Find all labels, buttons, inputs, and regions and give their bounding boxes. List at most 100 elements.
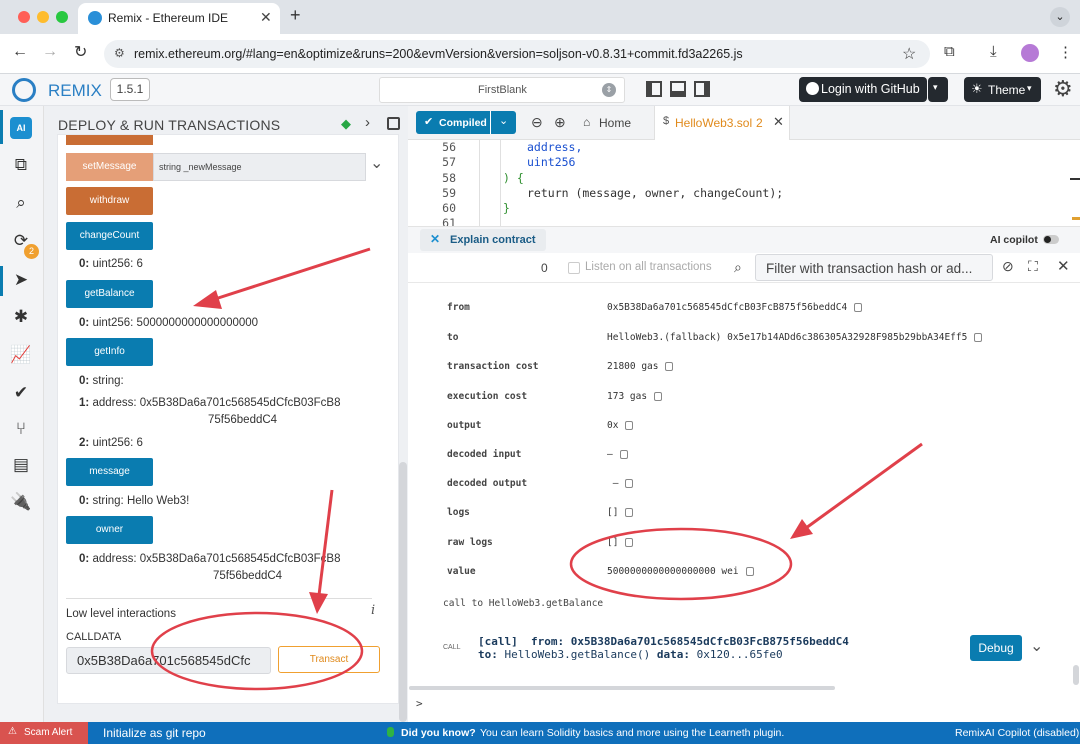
expand-terminal-icon[interactable]: ⛶ bbox=[1028, 258, 1038, 275]
workspace-dropdown-icon[interactable]: ⇕ bbox=[602, 83, 616, 97]
back-icon[interactable]: ← bbox=[12, 43, 28, 61]
copy-icon[interactable] bbox=[745, 567, 754, 576]
profile-avatar[interactable] bbox=[1021, 44, 1039, 62]
theme-button[interactable]: ☀ Theme ▾ bbox=[964, 77, 1041, 102]
layout-right-icon[interactable] bbox=[694, 81, 710, 97]
home-tab[interactable]: Home bbox=[599, 116, 631, 130]
settings-gear-icon[interactable]: ⚙ bbox=[1053, 76, 1073, 102]
tx-label-decoded-output: decoded output bbox=[447, 478, 528, 489]
new-tab-button[interactable]: + bbox=[290, 5, 301, 26]
getinfo-output-2: 2: uint256: 6 bbox=[79, 437, 143, 449]
close-terminal-icon[interactable]: ✕ bbox=[1057, 257, 1070, 275]
file-explorer-icon[interactable]: ⧉ bbox=[10, 154, 32, 176]
side-panel-scrollbar[interactable] bbox=[399, 462, 407, 722]
tx-value-value: 5000000000000000000 wei bbox=[607, 566, 754, 577]
listen-checkbox[interactable] bbox=[568, 262, 580, 274]
active-indicator bbox=[0, 110, 3, 144]
browser-tab[interactable]: Remix - Ethereum IDE ✕ bbox=[78, 3, 280, 34]
close-tab-icon[interactable]: ✕ bbox=[260, 9, 272, 26]
copy-icon[interactable] bbox=[619, 450, 628, 459]
extensions-icon[interactable]: ⧉ bbox=[944, 43, 955, 60]
getinfo-button[interactable]: getInfo bbox=[66, 338, 153, 366]
forward-icon[interactable]: → bbox=[42, 43, 58, 61]
address-bar: ← → ↻ ⚙ remix.ethereum.org/#lang=en&opti… bbox=[0, 34, 1080, 74]
expand-chevron-icon[interactable]: ⌄ bbox=[370, 153, 383, 173]
copy-icon[interactable] bbox=[625, 421, 634, 430]
copy-icon[interactable] bbox=[974, 333, 983, 342]
clear-terminal-icon[interactable]: ⊘ bbox=[1002, 258, 1014, 275]
withdraw-button[interactable]: withdraw bbox=[66, 187, 153, 215]
ai-copilot-toggle[interactable] bbox=[1043, 235, 1059, 244]
copy-icon[interactable] bbox=[625, 479, 634, 488]
tx-label-raw-logs: raw logs bbox=[447, 537, 493, 548]
tx-label-from: from bbox=[447, 302, 470, 313]
expand-call-chevron-icon[interactable]: ⌄ bbox=[1030, 636, 1043, 656]
copy-icon[interactable] bbox=[625, 508, 634, 517]
url-field[interactable]: ⚙ remix.ethereum.org/#lang=en&optimize&r… bbox=[104, 40, 930, 68]
bookmark-star-icon[interactable]: ☆ bbox=[902, 44, 916, 64]
setmessage-button[interactable]: setMessage bbox=[66, 153, 153, 181]
download-icon[interactable]: ⤓ bbox=[990, 43, 997, 60]
tx-value-to: HelloWeb3.(fallback) 0x5e17b14ADd6c38630… bbox=[607, 332, 983, 343]
calldata-input[interactable]: 0x5B38Da6a701c568545dCfc bbox=[66, 647, 271, 674]
debugger-icon[interactable]: ✱ bbox=[10, 306, 32, 328]
git-icon[interactable]: ⑂ bbox=[10, 418, 32, 440]
tab-title: Remix - Ethereum IDE bbox=[108, 11, 229, 25]
tab-list-icon[interactable]: ⌄ bbox=[1050, 7, 1070, 27]
editor-tabs-bar: ✔ Compiled ⌄ ⊖ ⊕ ⌂ Home $ HelloWeb3.sol … bbox=[408, 106, 1080, 140]
changecount-button[interactable]: changeCount bbox=[66, 222, 153, 250]
deploy-run-icon[interactable]: ➤ bbox=[10, 269, 32, 291]
status-bar: ⚠ Scam Alert Initialize as git repo Did … bbox=[0, 722, 1080, 744]
chevron-right-icon[interactable]: › bbox=[365, 114, 370, 131]
setmessage-input[interactable]: string _newMessage bbox=[153, 153, 366, 181]
zoom-in-icon[interactable]: ⊕ bbox=[554, 114, 566, 131]
compiled-button[interactable]: ✔ Compiled bbox=[416, 111, 498, 134]
file-tab-helloweb3[interactable]: $ HelloWeb3.sol 2 ✕ bbox=[654, 106, 790, 140]
caret-down-icon: ▾ bbox=[1027, 83, 1032, 93]
learneth-icon[interactable]: ▤ bbox=[10, 454, 32, 476]
terminal-toolbar: 0 Listen on all transactions ⌕ Filter wi… bbox=[408, 253, 1080, 283]
copy-icon[interactable] bbox=[654, 392, 663, 401]
home-icon[interactable]: ⌂ bbox=[583, 115, 590, 129]
copy-icon[interactable] bbox=[665, 362, 674, 371]
minimize-window-dot[interactable] bbox=[37, 11, 49, 23]
terminal-prompt[interactable]: > bbox=[416, 697, 423, 710]
scam-alert-button[interactable]: ⚠ Scam Alert bbox=[0, 722, 88, 744]
debug-button[interactable]: Debug bbox=[970, 635, 1022, 661]
info-icon[interactable]: i bbox=[371, 603, 375, 618]
terminal-h-scrollbar[interactable] bbox=[409, 686, 835, 690]
terminal-v-scrollbar[interactable] bbox=[1073, 665, 1079, 685]
terminal-filter-input[interactable]: Filter with transaction hash or ad... bbox=[755, 254, 993, 281]
pin-panel-icon[interactable] bbox=[387, 117, 400, 130]
workspace-selector[interactable]: FirstBlank ⇕ bbox=[379, 77, 625, 103]
call-note: call to HelloWeb3.getBalance bbox=[443, 598, 604, 609]
message-button[interactable]: message bbox=[66, 458, 153, 486]
static-analysis-icon[interactable]: ✔ bbox=[10, 382, 32, 404]
plugin-manager-icon[interactable]: 🔌 bbox=[10, 491, 32, 513]
clipped-function-button bbox=[66, 135, 153, 145]
login-dropdown-button[interactable]: ▾ bbox=[928, 77, 948, 102]
init-git-link[interactable]: Initialize as git repo bbox=[103, 726, 206, 740]
did-you-know-label: Did you know? bbox=[401, 727, 476, 739]
analysis-chart-icon[interactable]: 📈 bbox=[10, 344, 32, 366]
layout-bottom-icon[interactable] bbox=[670, 81, 686, 97]
compile-options-button[interactable]: ⌄ bbox=[490, 111, 516, 134]
site-settings-icon[interactable]: ⚙ bbox=[114, 46, 125, 60]
owner-button[interactable]: owner bbox=[66, 516, 153, 544]
layout-left-icon[interactable] bbox=[646, 81, 662, 97]
close-file-tab-icon[interactable]: ✕ bbox=[773, 114, 784, 130]
close-window-dot[interactable] bbox=[18, 11, 30, 23]
transact-button[interactable]: Transact bbox=[278, 646, 380, 673]
search-icon[interactable]: ⌕ bbox=[10, 192, 32, 214]
explain-contract-button[interactable]: ✕ Explain contract bbox=[420, 229, 546, 251]
maximize-window-dot[interactable] bbox=[56, 11, 68, 23]
login-github-button[interactable]: Login with GitHub bbox=[799, 77, 927, 102]
ai-assistant-icon[interactable]: AI bbox=[10, 117, 32, 139]
copy-icon[interactable] bbox=[625, 538, 634, 547]
getbalance-button[interactable]: getBalance bbox=[66, 280, 153, 308]
reload-icon[interactable]: ↻ bbox=[74, 42, 87, 62]
browser-menu-icon[interactable]: ⋮ bbox=[1058, 43, 1073, 61]
zoom-out-icon[interactable]: ⊖ bbox=[531, 114, 543, 131]
line-number: 61 bbox=[442, 216, 456, 226]
copy-icon[interactable] bbox=[854, 303, 863, 312]
